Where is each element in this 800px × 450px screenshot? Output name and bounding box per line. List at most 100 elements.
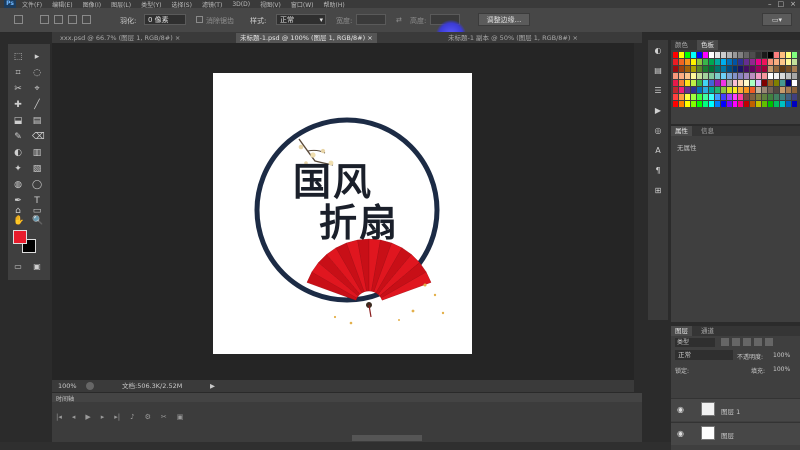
color-swatch[interactable] (774, 87, 780, 93)
hand-tool-icon[interactable]: ✋ (13, 216, 24, 226)
color-swatch[interactable] (690, 80, 696, 86)
color-swatch[interactable] (690, 94, 696, 100)
timeline-last-frame-icon[interactable]: ▸| (114, 413, 120, 421)
pen-tool-icon[interactable]: ✒ (13, 196, 23, 206)
color-swatch[interactable] (673, 52, 678, 58)
color-swatch[interactable] (780, 87, 786, 93)
color-swatch[interactable] (774, 101, 780, 107)
color-swatch[interactable] (726, 87, 732, 93)
minimize-icon[interactable]: – (768, 0, 772, 8)
color-swatch[interactable] (690, 52, 696, 58)
color-swatch[interactable] (673, 94, 678, 100)
color-swatch[interactable] (732, 101, 738, 107)
brush-tool-icon[interactable]: ✎ (13, 132, 23, 142)
color-swatch[interactable] (678, 66, 684, 72)
dock-styles-icon[interactable]: ◎ (653, 126, 663, 136)
color-swatch[interactable] (768, 101, 774, 107)
status-arrow-icon[interactable]: ▶ (210, 380, 215, 392)
layer-row[interactable]: ◉ 图层 (671, 422, 800, 445)
feather-input[interactable]: 0 像素 (144, 14, 186, 25)
color-swatch[interactable] (702, 66, 708, 72)
color-swatch[interactable] (780, 52, 786, 58)
color-swatch[interactable] (714, 101, 720, 107)
color-swatch[interactable] (780, 101, 786, 107)
stamp-tool-icon[interactable]: ⬓ (13, 116, 23, 126)
color-swatch[interactable] (762, 101, 768, 107)
color-swatch[interactable] (750, 80, 756, 86)
layer-filter-kind[interactable]: 类型 (675, 338, 715, 347)
color-swatch[interactable] (750, 66, 756, 72)
color-swatch[interactable] (732, 94, 738, 100)
timeline-first-frame-icon[interactable]: |◂ (56, 413, 62, 421)
color-swatch[interactable] (690, 101, 696, 107)
color-swatch[interactable] (786, 59, 792, 65)
color-swatch[interactable] (768, 80, 774, 86)
color-swatch[interactable] (750, 73, 756, 79)
sponge-tool-icon[interactable]: ◍ (13, 180, 23, 190)
color-swatch[interactable] (720, 66, 726, 72)
color-swatch[interactable] (684, 73, 690, 79)
color-swatch[interactable] (673, 59, 678, 65)
color-swatch[interactable] (768, 94, 774, 100)
color-swatch[interactable] (786, 87, 792, 93)
crop-tool-icon[interactable]: ⌗ (13, 68, 23, 78)
style-select[interactable]: 正常 ▾ (276, 14, 326, 25)
zoom-level[interactable]: 100% (58, 380, 77, 392)
color-swatch[interactable] (756, 52, 762, 58)
color-swatch[interactable] (738, 87, 744, 93)
dodge-tool-icon[interactable]: ◐ (13, 148, 23, 158)
color-swatch[interactable] (774, 59, 780, 65)
swap-icon[interactable]: ⇄ (396, 16, 402, 24)
healing-tool-icon[interactable]: ✚ (13, 100, 23, 110)
color-swatch[interactable] (702, 80, 708, 86)
color-swatch[interactable] (708, 80, 714, 86)
color-swatch[interactable] (762, 52, 768, 58)
eyedropper-tool-icon[interactable]: ⌖ (32, 84, 42, 94)
color-swatch[interactable] (762, 59, 768, 65)
color-swatch[interactable] (732, 52, 738, 58)
tab-info[interactable]: 信息 (697, 126, 718, 136)
color-swatch[interactable] (786, 73, 792, 79)
timeline-create-button[interactable] (352, 435, 422, 441)
color-swatch[interactable] (696, 87, 702, 93)
color-swatch[interactable] (720, 80, 726, 86)
dock-grid-icon[interactable]: ⊞ (653, 186, 663, 196)
color-swatch[interactable] (756, 66, 762, 72)
color-swatch[interactable] (684, 80, 690, 86)
color-swatch[interactable] (684, 94, 690, 100)
color-swatch[interactable] (708, 52, 714, 58)
color-swatch[interactable] (792, 94, 797, 100)
opacity-value[interactable]: 100% (773, 352, 790, 359)
gradient-tool-icon[interactable]: ▥ (32, 148, 42, 158)
lasso-tool-icon[interactable]: ◌ (32, 68, 42, 78)
shape-tool-icon[interactable]: ▭ (32, 206, 42, 216)
color-swatch[interactable] (702, 87, 708, 93)
color-swatch[interactable] (720, 94, 726, 100)
tab-document-1[interactable]: xxx.psd @ 66.7% (图层 1, RGB/8#) × (56, 33, 184, 43)
color-swatch[interactable] (684, 59, 690, 65)
document-canvas[interactable]: 国风 折扇 (213, 73, 472, 354)
visibility-eye-icon[interactable]: ◉ (677, 405, 684, 414)
color-swatch[interactable] (786, 66, 792, 72)
color-swatch[interactable] (786, 80, 792, 86)
color-swatch[interactable] (738, 101, 744, 107)
color-swatch[interactable] (702, 94, 708, 100)
color-swatch[interactable] (750, 59, 756, 65)
color-swatch[interactable] (768, 59, 774, 65)
filter-type-icon[interactable] (743, 338, 751, 346)
path-select-tool-icon[interactable]: ⌂ (13, 206, 23, 216)
color-swatch[interactable] (744, 87, 750, 93)
color-swatch[interactable] (720, 52, 726, 58)
close-icon[interactable]: × (790, 0, 796, 8)
tab-color[interactable]: 颜色 (671, 40, 692, 50)
color-swatch[interactable] (696, 52, 702, 58)
dock-swatches-icon[interactable]: ▤ (653, 66, 663, 76)
color-swatch[interactable] (792, 52, 797, 58)
slice-tool-icon[interactable]: ✂ (13, 84, 23, 94)
dock-paragraph-icon[interactable]: ¶ (653, 166, 663, 176)
color-swatch[interactable] (774, 94, 780, 100)
workspace-switcher[interactable]: ▭▾ (762, 13, 792, 26)
color-swatch[interactable] (726, 59, 732, 65)
quick-mask-icon[interactable]: ▭ (13, 262, 23, 272)
color-swatch[interactable] (696, 66, 702, 72)
